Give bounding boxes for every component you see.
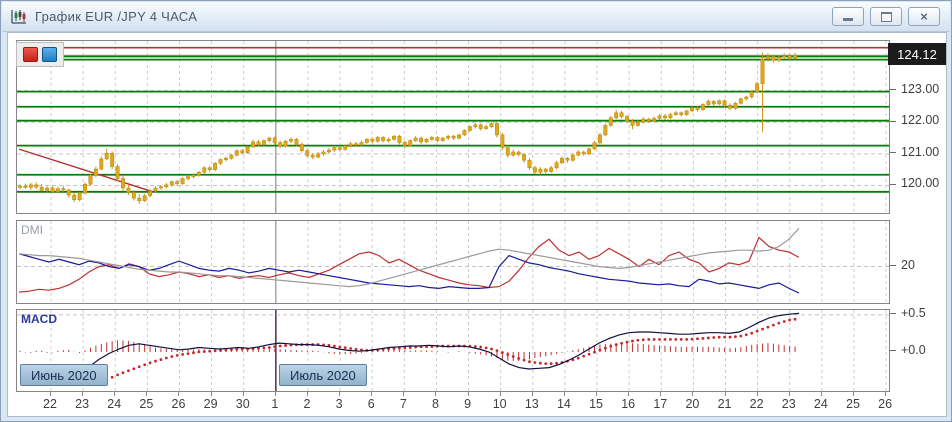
candlestick-chart[interactable] xyxy=(17,41,889,213)
date-axis-tick xyxy=(789,392,790,396)
date-axis-label: 25 xyxy=(139,397,153,411)
date-axis-tick xyxy=(435,392,436,396)
close-icon: × xyxy=(920,10,928,23)
date-axis-label: 10 xyxy=(493,397,507,411)
date-axis-label: 2 xyxy=(303,397,310,411)
main-axis-tick xyxy=(890,121,896,122)
date-axis-tick xyxy=(211,392,212,396)
date-axis-tick xyxy=(660,392,661,396)
date-axis-label: 30 xyxy=(236,397,250,411)
macd-axis-label: +0.0 xyxy=(901,343,926,357)
macd-chart[interactable] xyxy=(17,310,889,391)
chart-window: График EUR /JPY 4 ЧАСА × 124.12 DMI MACD… xyxy=(0,0,952,422)
main-axis-label: 122.00 xyxy=(901,113,939,127)
main-axis-tick xyxy=(890,152,896,153)
buy-marker-icon[interactable] xyxy=(42,47,57,62)
macd-axis-tick xyxy=(890,350,896,351)
month-badge-july[interactable]: Июль 2020 xyxy=(279,364,367,386)
restore-button[interactable] xyxy=(870,7,902,26)
macd-axis-label: +0.5 xyxy=(901,306,926,320)
date-axis-tick xyxy=(564,392,565,396)
dmi-series-ADX xyxy=(19,228,799,286)
date-axis-tick xyxy=(532,392,533,396)
date-axis-label: 21 xyxy=(718,397,732,411)
macd-axis-tick xyxy=(890,313,896,314)
date-axis-tick xyxy=(243,392,244,396)
date-axis-tick xyxy=(82,392,83,396)
minimize-icon xyxy=(843,18,853,21)
date-axis-label: 24 xyxy=(107,397,121,411)
date-axis-tick xyxy=(596,392,597,396)
main-axis-label: 120.00 xyxy=(901,176,939,190)
month-badge-june[interactable]: Июнь 2020 xyxy=(20,364,108,386)
macd-indicator-label: MACD xyxy=(21,312,57,326)
date-axis-tick xyxy=(821,392,822,396)
chart-content-area: 124.12 DMI MACD Июнь 2020 Июль 2020 2223… xyxy=(7,32,947,417)
date-axis-label: 20 xyxy=(685,397,699,411)
dmi-axis-tick xyxy=(890,265,896,266)
date-axis-label: 16 xyxy=(621,397,635,411)
date-axis-label: 23 xyxy=(782,397,796,411)
price-chart-panel[interactable] xyxy=(16,40,890,214)
date-axis-tick xyxy=(178,392,179,396)
titlebar[interactable]: График EUR /JPY 4 ЧАСА × xyxy=(2,2,950,32)
date-axis-tick xyxy=(50,392,51,396)
date-axis-tick xyxy=(339,392,340,396)
restore-icon xyxy=(881,12,892,22)
minimize-button[interactable] xyxy=(832,7,864,26)
date-axis-tick xyxy=(146,392,147,396)
close-button[interactable]: × xyxy=(908,7,940,26)
date-axis-tick xyxy=(757,392,758,396)
date-axis: 2223242526293012367891013141516172021222… xyxy=(8,392,948,416)
date-axis-tick xyxy=(403,392,404,396)
date-axis-tick xyxy=(628,392,629,396)
main-axis-label: 123.00 xyxy=(901,82,939,96)
date-axis-tick xyxy=(885,392,886,396)
date-axis-label: 9 xyxy=(464,397,471,411)
date-axis-label: 1 xyxy=(271,397,278,411)
date-axis-label: 25 xyxy=(846,397,860,411)
dmi-series-+DI xyxy=(19,237,799,292)
date-axis-label: 7 xyxy=(400,397,407,411)
dmi-indicator-panel[interactable] xyxy=(16,220,890,304)
date-axis-tick xyxy=(500,392,501,396)
main-axis-label: 121.00 xyxy=(901,145,939,159)
date-axis-tick xyxy=(114,392,115,396)
date-axis-tick xyxy=(307,392,308,396)
date-axis-label: 13 xyxy=(525,397,539,411)
date-axis-tick xyxy=(692,392,693,396)
dmi-indicator-label: DMI xyxy=(21,223,43,237)
current-price-tag: 124.12 xyxy=(888,43,946,65)
chart-legend xyxy=(16,42,64,67)
date-axis-tick xyxy=(725,392,726,396)
macd-indicator-panel[interactable] xyxy=(16,309,890,392)
date-axis-label: 22 xyxy=(43,397,57,411)
date-axis-tick xyxy=(853,392,854,396)
main-axis-tick xyxy=(890,184,896,185)
date-axis-label: 3 xyxy=(336,397,343,411)
date-axis-label: 15 xyxy=(589,397,603,411)
date-axis-label: 24 xyxy=(814,397,828,411)
date-axis-label: 29 xyxy=(204,397,218,411)
date-axis-tick xyxy=(468,392,469,396)
date-axis-tick xyxy=(275,392,276,396)
date-axis-label: 17 xyxy=(653,397,667,411)
macd-histogram xyxy=(20,340,795,361)
date-axis-label: 14 xyxy=(557,397,571,411)
candlestick-chart-icon xyxy=(10,9,28,25)
window-title: График EUR /JPY 4 ЧАСА xyxy=(35,9,197,24)
date-axis-label: 6 xyxy=(368,397,375,411)
date-axis-label: 23 xyxy=(75,397,89,411)
macd-line xyxy=(89,313,799,369)
sell-marker-icon[interactable] xyxy=(23,47,38,62)
main-axis-tick xyxy=(890,89,896,90)
dmi-axis-label: 20 xyxy=(901,258,915,272)
date-axis-tick xyxy=(371,392,372,396)
candles xyxy=(18,53,796,204)
date-axis-label: 22 xyxy=(750,397,764,411)
date-axis-label: 8 xyxy=(432,397,439,411)
date-axis-label: 26 xyxy=(878,397,892,411)
dmi-chart[interactable] xyxy=(17,221,889,303)
date-axis-label: 26 xyxy=(172,397,186,411)
